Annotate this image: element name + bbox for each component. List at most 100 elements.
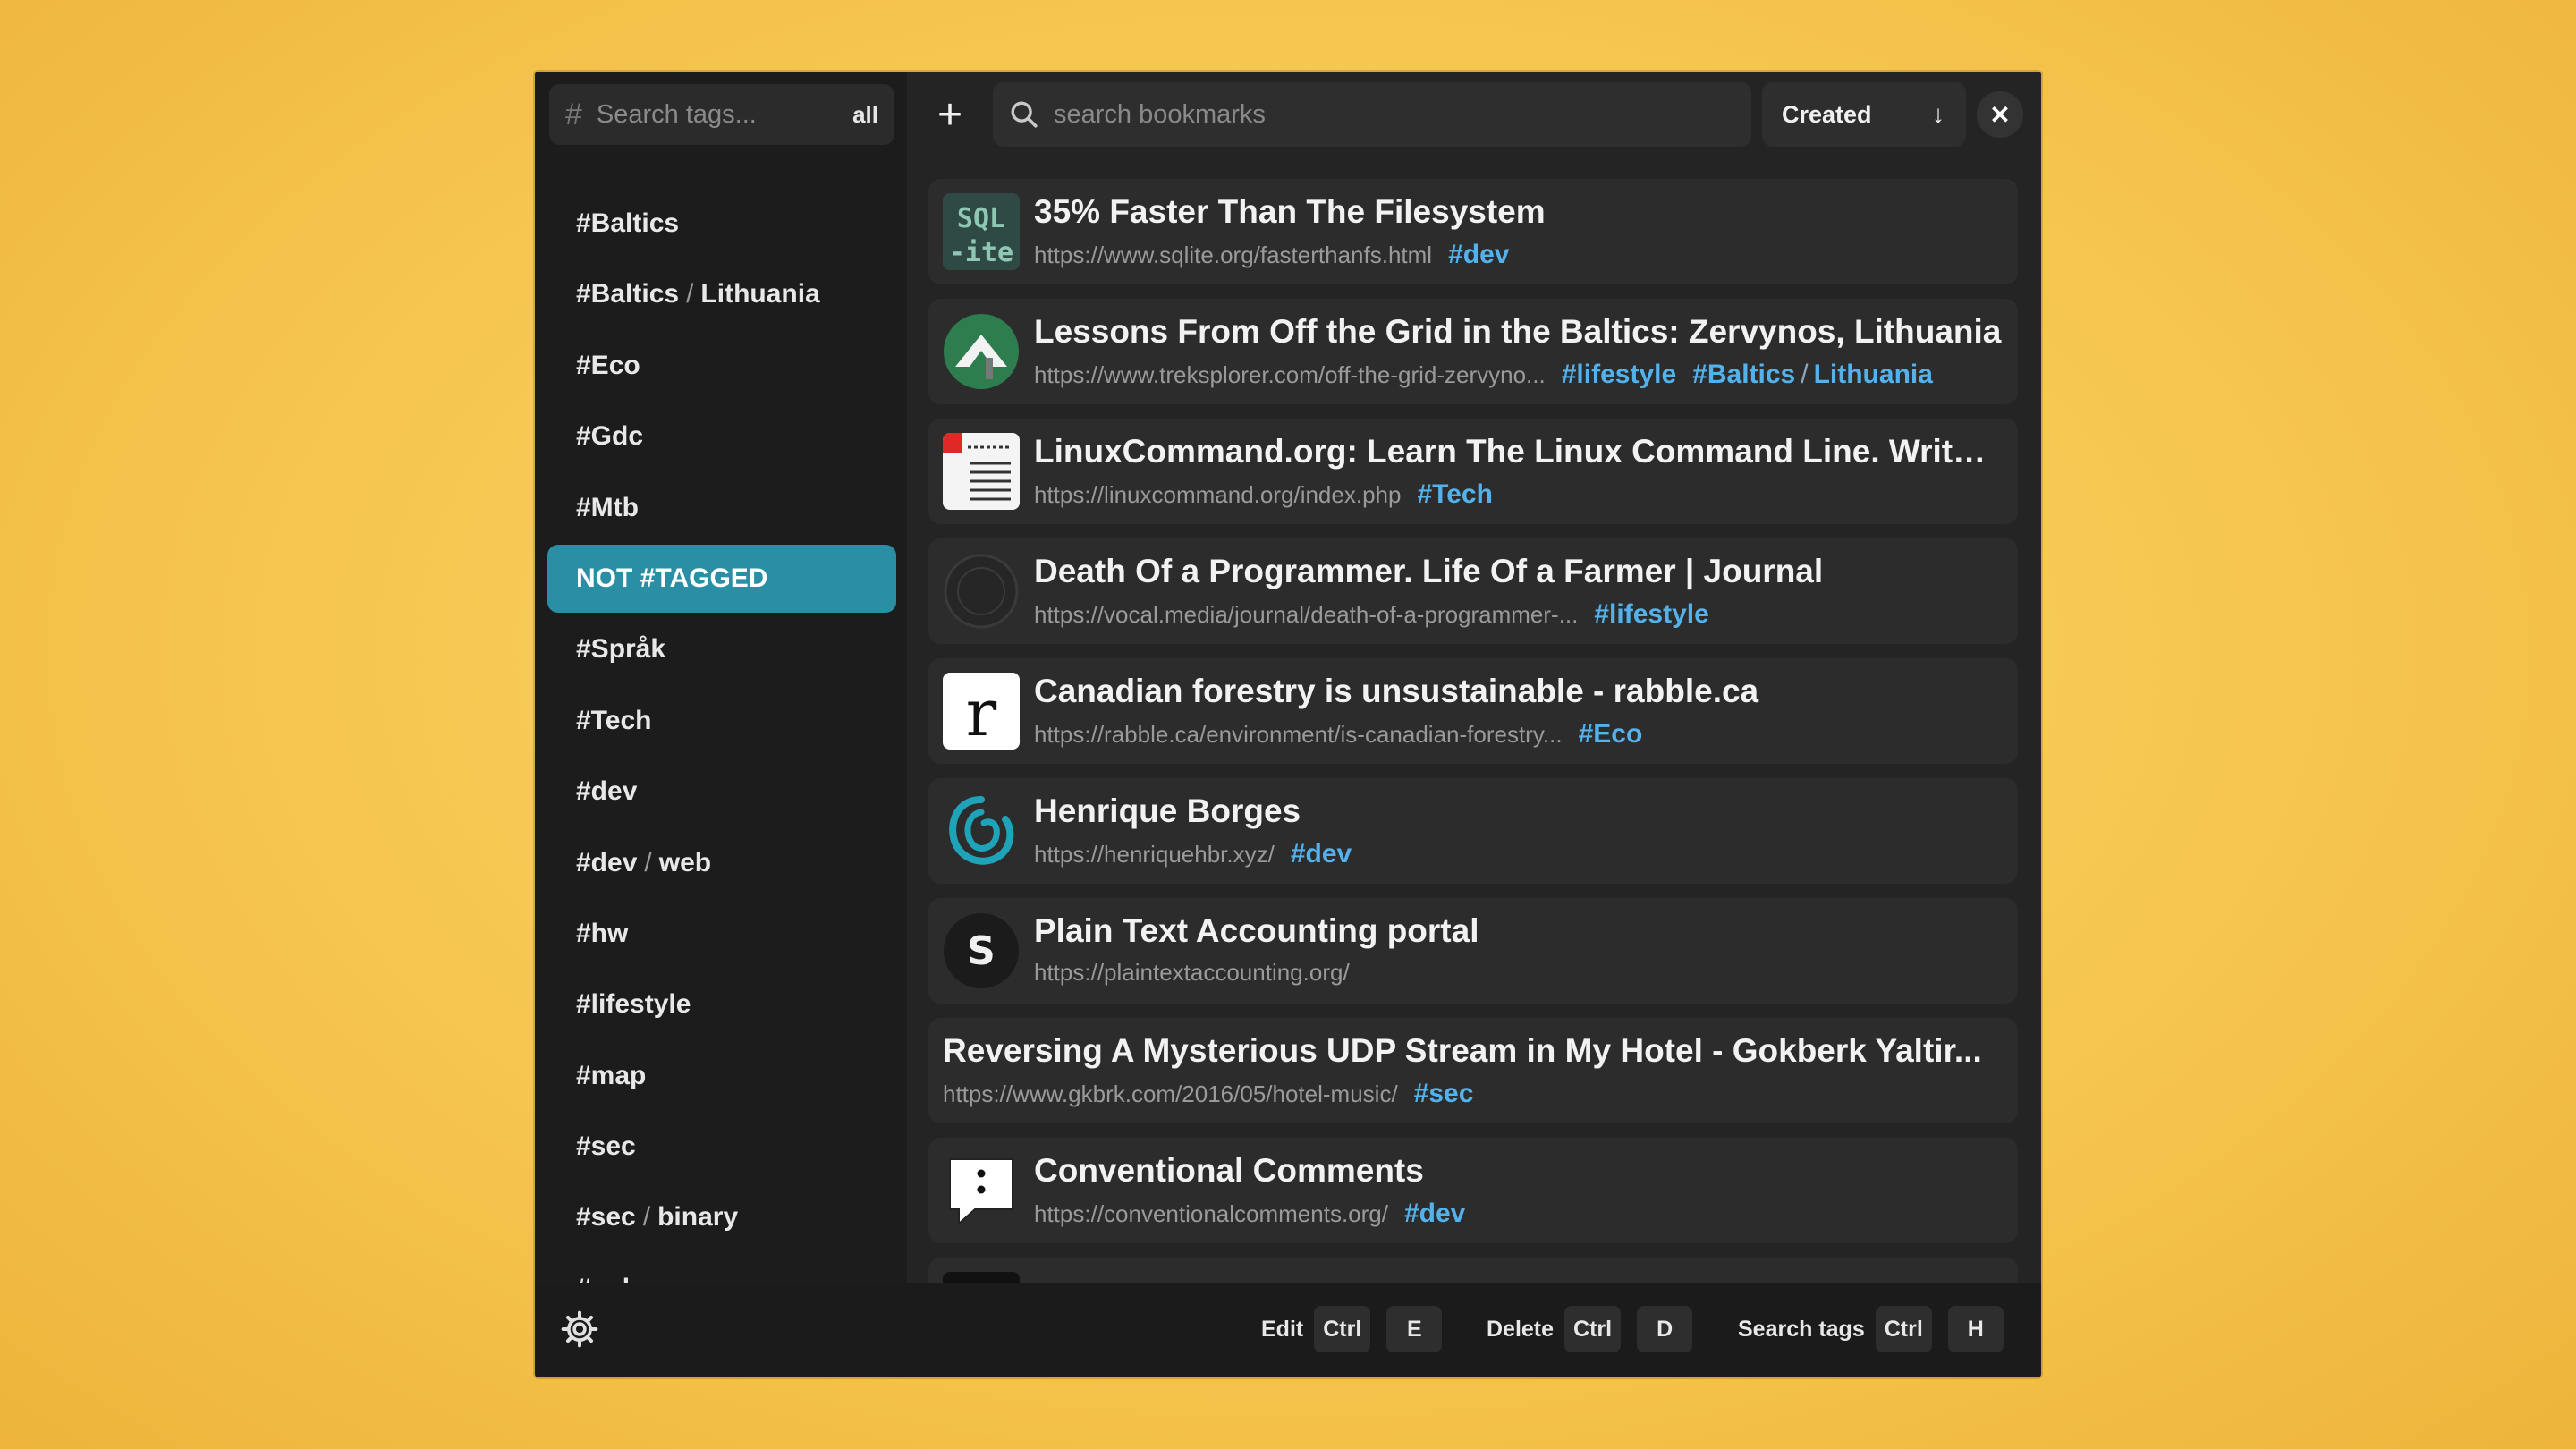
bookmark-card[interactable]: Death Of a Programmer. Life Of a Farmer … [928,538,2018,644]
bookmark-url[interactable]: https://conventionalcomments.org/ [1034,1200,1388,1228]
bookmark-search-placeholder: search bookmarks [1054,99,1266,129]
sidebar-tag-item[interactable]: #Eco [547,332,896,400]
sidebar-tag-item[interactable]: #hw [547,900,896,968]
bookmark-card[interactable]: Conventional Comments https://conventiona… [928,1138,2018,1243]
sidebar-tag-label: #sec [576,1202,636,1233]
bookmark-tag[interactable]: #dev [1448,240,1509,270]
sidebar-tag-item[interactable]: #Språk [547,615,896,683]
edit-key-ctrl: Ctrl [1314,1306,1371,1352]
gear-icon[interactable] [560,1309,599,1349]
bookmark-card[interactable]: S Plain Text Accounting portal https://pla… [928,898,2018,1004]
sidebar-tag-label: #hw [576,918,629,948]
arrow-down-icon[interactable]: ↓ [1932,100,1945,129]
sidebar-tag-label: #map [576,1060,647,1090]
bookmark-tag-label: #lifestyle [1561,360,1677,389]
rabble-icon: r [943,673,1020,750]
bookmark-title[interactable]: 35% Faster Than The Filesystem [1034,193,2004,231]
sidebar-tag-label: NOT #TAGGED [576,563,768,593]
bookmark-url[interactable]: https://linuxcommand.org/index.php [1034,481,1401,509]
bookmark-card[interactable]: r Canadian forestry is unsustainable - ra… [928,658,2018,764]
sidebar-tag-item[interactable]: #solar [547,1255,896,1283]
bookmark-search-input[interactable]: search bookmarks [993,82,1751,147]
bookmark-tag[interactable]: #lifestyle [1594,599,1708,630]
search-icon [1011,101,1038,128]
bookmark-meta: https://conventionalcomments.org/ #dev [1034,1199,2004,1229]
bookmark-url[interactable]: https://www.sqlite.org/fasterthanfs.html [1034,242,1432,269]
bookmark-card[interactable]: Henrique Borges https://henriquehbr.xyz/ #… [928,778,2018,884]
bookmark-thumb [943,1272,1020,1283]
sidebar-tag-item[interactable]: NOT #TAGGED [547,544,896,613]
bookmark-url[interactable]: https://rabble.ca/environment/is-canadia… [1034,721,1563,749]
bookmark-title[interactable]: Lessons From Off the Grid in the Baltics… [1034,313,2004,351]
bookmark-card-partial[interactable] [928,1258,2018,1283]
bookmark-card[interactable]: Lessons From Off the Grid in the Baltics… [928,299,2018,404]
edit-label: Edit [1261,1316,1304,1342]
sidebar-tag-label: #Språk [576,634,666,665]
vocal-icon [943,553,1020,630]
sidebar-tag-item[interactable]: #sec [547,1113,896,1181]
status-bar: Edit Ctrl E Delete Ctrl D Search tags Ct… [535,1283,2041,1377]
bookmark-url[interactable]: https://www.treksplorer.com/off-the-grid… [1034,361,1546,389]
bookmark-tag[interactable]: #Baltics / Lithuania [1692,360,1933,390]
sidebar-tag-item[interactable]: #Baltics [547,190,896,258]
sidebar-tag-item[interactable]: #lifestyle [547,970,896,1038]
bookmark-tag[interactable]: #Eco [1579,719,1643,750]
sidebar-tag-item[interactable]: #Gdc [547,402,896,470]
bookmark-tag[interactable]: #sec [1414,1079,1474,1109]
bookmark-title[interactable]: Reversing A Mysterious UDP Stream in My … [943,1032,2004,1070]
sidebar-tag-item[interactable]: #dev / web [547,829,896,897]
svg-text:SQL: SQL [957,203,1005,234]
sidebar-tag-label: #dev [576,776,638,807]
bookmark-tag-label: #dev [1290,839,1352,869]
sidebar-tag-label: Lithuania [700,279,820,309]
bookmark-meta: https://vocal.media/journal/death-of-a-p… [1034,599,2004,630]
bookmark-title[interactable]: Henrique Borges [1034,792,2004,830]
bookmark-url[interactable]: https://plaintextaccounting.org/ [1034,959,1350,987]
sidebar-tag-item[interactable]: #Tech [547,687,896,755]
close-button[interactable]: ✕ [1977,91,2023,138]
bookmark-title[interactable]: Plain Text Accounting portal [1034,912,2004,950]
bookmark-tag[interactable]: #lifestyle [1562,360,1676,390]
tag-search-input[interactable]: # Search tags... all [549,84,894,145]
bookmark-title[interactable]: Canadian forestry is unsustainable - rab… [1034,673,2004,710]
delete-key-d: D [1637,1306,1693,1352]
plaintext-icon: S [943,912,1020,989]
sidebar-tag-item[interactable]: #Baltics / Lithuania [547,260,896,328]
sidebar-tag-label: #Eco [576,350,640,380]
sidebar-tag-item[interactable]: #Mtb [547,474,896,542]
bookmark-meta: https://www.treksplorer.com/off-the-grid… [1034,360,2004,390]
sidebar-tag-label: #solar [576,1274,655,1283]
bookmark-list: SQL -ite 35% Faster Than The Filesystem htt… [907,157,2041,1283]
bookmark-url[interactable]: https://vocal.media/journal/death-of-a-p… [1034,601,1578,629]
bookmark-tag[interactable]: #dev [1404,1199,1465,1229]
bookmark-meta: https://henriquehbr.xyz/ #dev [1034,839,2004,869]
bookmark-tag[interactable]: #Tech [1417,479,1492,510]
bookmark-url[interactable]: https://www.gkbrk.com/2016/05/hotel-musi… [943,1080,1398,1108]
all-tags-toggle[interactable]: all [852,101,878,129]
delete-shortcut: Delete Ctrl D [1487,1304,1708,1354]
sort-dropdown[interactable]: Created ↓ [1762,82,1966,147]
tag-list: #Baltics #Baltics / Lithuania #Eco #Gdc #Mtb NO… [535,190,907,1283]
sidebar-tag-label: binary [657,1202,739,1233]
app-window: # Search tags... all #Baltics #Baltics / Li… [535,72,2041,1377]
sidebar-tag-label: #Mtb [576,492,639,522]
bookmark-card[interactable]: SQL -ite 35% Faster Than The Filesystem htt… [928,179,2018,284]
tag-search-placeholder: Search tags... [596,99,757,129]
bookmark-title[interactable]: LinuxCommand.org: Learn The Linux Comman… [1034,433,2004,470]
sidebar-tag-item[interactable]: #sec / binary [547,1183,896,1251]
edit-shortcut: Edit Ctrl E [1261,1304,1458,1354]
bookmark-title[interactable]: Conventional Comments [1034,1152,2004,1190]
sidebar-tag-item[interactable]: #dev [547,758,896,826]
bookmark-card[interactable]: LinuxCommand.org: Learn The Linux Comman… [928,419,2018,524]
sidebar-tag-label: #Gdc [576,421,644,452]
add-bookmark-button[interactable]: + [919,84,980,145]
sidebar-tag-label: web [658,847,712,877]
bookmark-url[interactable]: https://henriquehbr.xyz/ [1034,841,1275,869]
bookmark-card[interactable]: Reversing A Mysterious UDP Stream in My … [928,1018,2018,1123]
sidebar-tag-item[interactable]: #map [547,1042,896,1110]
tag-separator: / [644,847,652,877]
bookmark-title[interactable]: Death Of a Programmer. Life Of a Farmer … [1034,553,2004,590]
bookmark-tag-label: #dev [1403,1199,1466,1228]
bookmark-tag-label: #sec [1413,1079,1474,1108]
bookmark-tag[interactable]: #dev [1291,839,1352,869]
